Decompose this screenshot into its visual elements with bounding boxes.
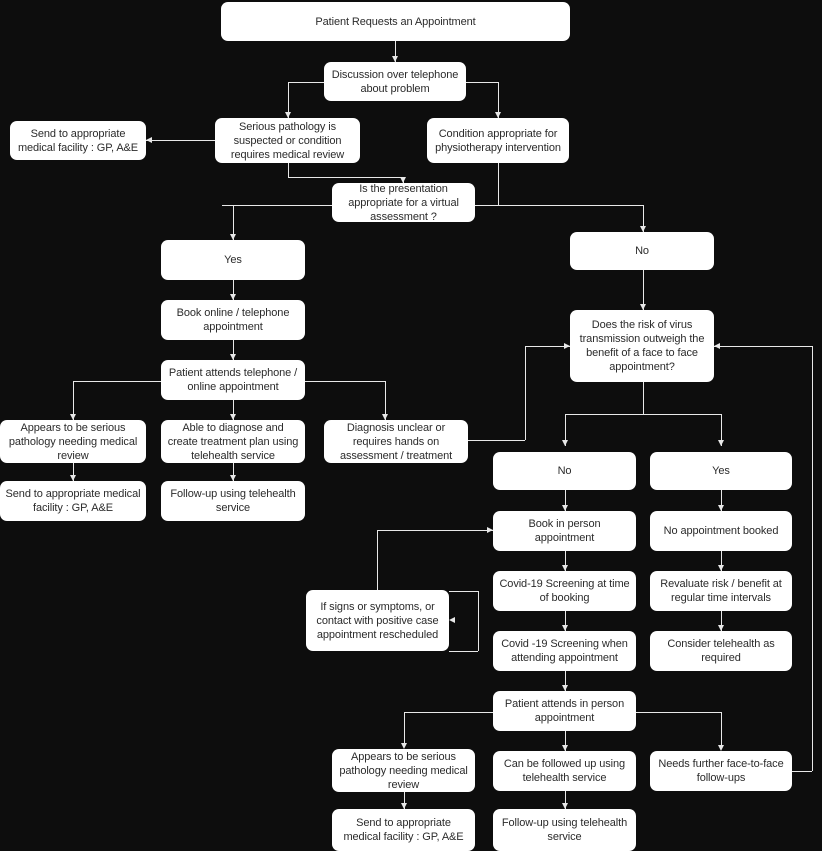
flow-node-n30[interactable]: Send to appropriate medical facility : G… xyxy=(332,809,475,851)
flow-node-n4[interactable]: Serious pathology is suspected or condit… xyxy=(215,118,360,163)
flow-node-n6[interactable]: Is the presentation appropriate for a vi… xyxy=(332,183,475,223)
edge-patientattends-to-appears xyxy=(404,712,405,743)
arrowhead-virusrisk-to-no xyxy=(561,440,568,446)
flow-node-n11[interactable]: Patient attends telephone / online appoi… xyxy=(161,360,305,400)
flow-node-n10[interactable]: Does the risk of virus transmission outw… xyxy=(570,310,714,382)
flow-node-n7[interactable]: Yes xyxy=(161,240,305,280)
arrowhead-serious-to-send xyxy=(146,136,152,143)
edge-condition-to-presentation xyxy=(498,163,499,205)
edge-rescheduled-to-bookinperson xyxy=(377,530,378,590)
flow-node-n20[interactable]: No appointment booked xyxy=(650,511,792,551)
edge-covid2-to-rescheduled xyxy=(478,620,479,651)
edge-serious-to-presentation xyxy=(288,177,403,178)
edge-serious-to-presentation xyxy=(288,163,289,177)
edge-needs-to-virusrisk xyxy=(792,771,812,772)
edge-covid1-to-rescheduled xyxy=(478,591,479,620)
flow-node-n21[interactable]: Covid-19 Screening at time of booking xyxy=(493,571,636,611)
flow-node-n15[interactable]: No xyxy=(493,452,636,490)
flow-node-n9[interactable]: Book online / telephone appointment xyxy=(161,300,305,340)
flow-node-n14[interactable]: Diagnosis unclear or requires hands on a… xyxy=(324,420,468,463)
flow-node-n16[interactable]: Yes xyxy=(650,452,792,490)
flow-node-n17[interactable]: Send to appropriate medical facility : G… xyxy=(0,481,146,521)
flow-node-n5[interactable]: Condition appropriate for physiotherapy … xyxy=(427,118,569,163)
flowchart-canvas: Patient Requests an Appointment Discussio… xyxy=(0,0,822,851)
flow-node-n18[interactable]: Follow-up using telehealth service xyxy=(161,481,305,521)
flow-node-n13[interactable]: Able to diagnose and create treatment pl… xyxy=(161,420,305,463)
flow-node-n29[interactable]: Needs further face-to-face follow-ups xyxy=(650,751,792,791)
arrowhead-virusrisk-to-yes xyxy=(717,440,724,446)
flow-node-n22[interactable]: Revaluate risk / benefit at regular time… xyxy=(650,571,792,611)
edge-covid1-to-rescheduled xyxy=(449,591,478,592)
edge-rescheduled-to-bookinperson xyxy=(377,530,493,531)
flow-node-n2[interactable]: Discussion over telephone about problem xyxy=(324,62,466,101)
edge-virusrisk-to-no xyxy=(565,414,643,415)
edge-needs-to-virusrisk xyxy=(714,346,812,347)
flow-node-n12[interactable]: Appears to be serious pathology needing … xyxy=(0,420,146,463)
flow-node-n19[interactable]: Book in person appointment xyxy=(493,511,636,551)
flow-node-n28[interactable]: Can be followed up using telehealth serv… xyxy=(493,751,636,791)
edge-presentation-to-no xyxy=(475,205,643,206)
edge-patientattends-to-needs xyxy=(721,712,722,745)
flow-node-n23[interactable]: If signs or symptoms, or contact with po… xyxy=(306,590,449,651)
flow-node-n27[interactable]: Appears to be serious pathology needing … xyxy=(332,749,475,792)
flow-node-n25[interactable]: Consider telehealth as required xyxy=(650,631,792,671)
flow-node-n31[interactable]: Follow-up using telehealth service xyxy=(493,809,636,851)
edge-discussion-to-condition xyxy=(466,82,499,83)
arrowhead-covid1-to-rescheduled xyxy=(449,616,455,623)
flow-node-n26[interactable]: Patient attends in person appointment xyxy=(493,691,636,731)
edge-virusrisk-to-yes xyxy=(643,414,721,415)
flow-node-n1[interactable]: Patient Requests an Appointment xyxy=(221,2,570,41)
arrowhead-needs-to-virusrisk xyxy=(714,342,720,349)
edge-serious-to-send xyxy=(146,140,215,141)
edge-virusrisk-to-no xyxy=(643,382,644,414)
flow-node-n8[interactable]: No xyxy=(570,232,714,270)
flow-node-n24[interactable]: Covid -19 Screening when attending appoi… xyxy=(493,631,636,671)
edge-covid2-to-rescheduled xyxy=(449,651,478,652)
edge-diagnosis-to-virusrisk xyxy=(525,346,526,440)
flow-node-n3[interactable]: Send to appropriate medical facility : G… xyxy=(10,121,146,160)
edge-needs-to-virusrisk xyxy=(812,346,813,771)
edge-diagnosis-to-virusrisk xyxy=(468,440,525,441)
